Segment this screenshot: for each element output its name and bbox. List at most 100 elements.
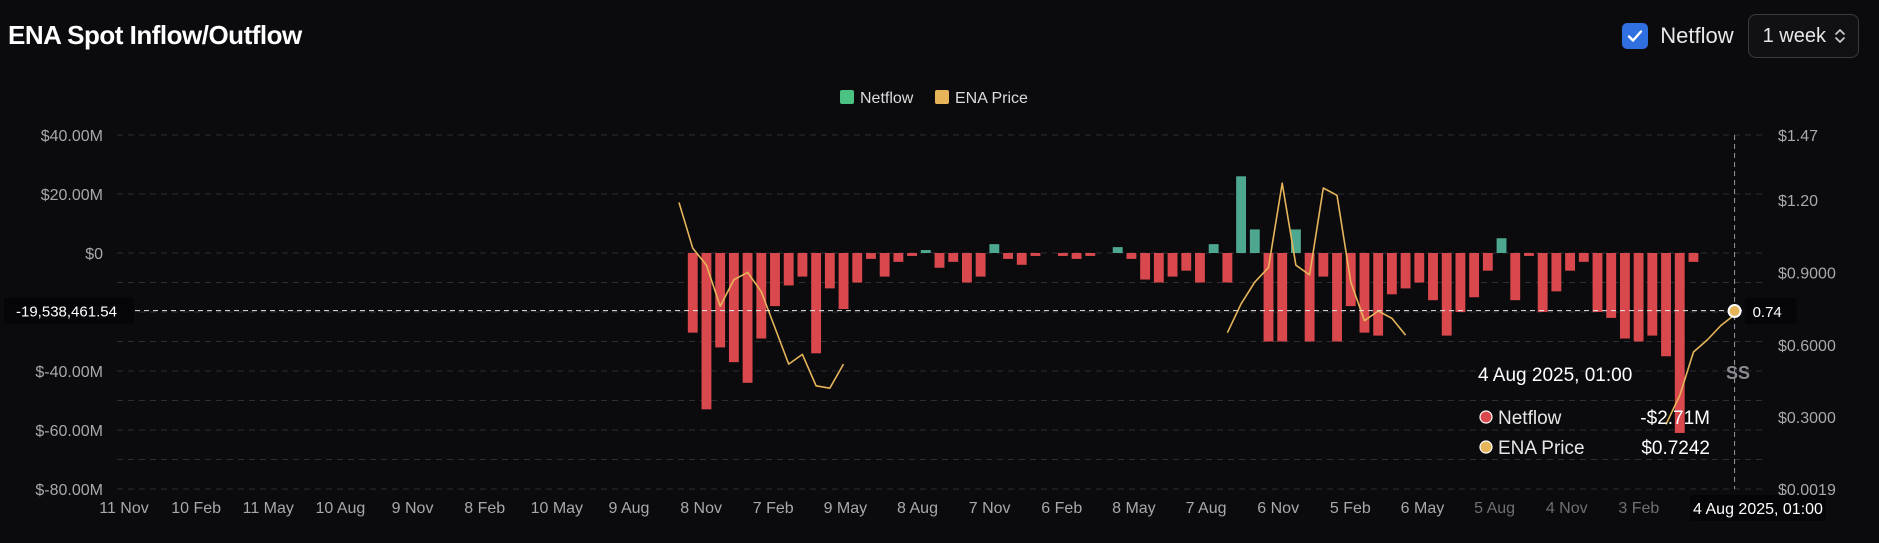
y-tick-right: $0.9000 bbox=[1778, 265, 1836, 282]
netflow-bar bbox=[1441, 253, 1452, 336]
netflow-bar bbox=[1524, 253, 1534, 256]
y-tick-left: $0 bbox=[85, 246, 103, 263]
crosshair-x-label: 4 Aug 2025, 01:00 bbox=[1693, 501, 1823, 518]
netflow-bar bbox=[893, 253, 904, 262]
x-tick: 6 Nov bbox=[1257, 500, 1299, 517]
netflow-bar bbox=[770, 253, 780, 307]
netflow-bar bbox=[1085, 253, 1096, 256]
tooltip-price-label: ENA Price bbox=[1498, 438, 1585, 459]
netflow-bar bbox=[1496, 238, 1507, 253]
x-tick: 7 Nov bbox=[969, 500, 1011, 517]
netflow-bar bbox=[920, 250, 931, 253]
x-tick: 8 Nov bbox=[680, 500, 722, 517]
x-tick: 8 Feb bbox=[464, 500, 505, 517]
legend: Netflow ENA Price bbox=[840, 90, 1028, 107]
netflow-bar bbox=[1482, 253, 1493, 271]
netflow-bar bbox=[1469, 253, 1480, 298]
netflow-bar bbox=[1222, 253, 1233, 283]
netflow-bar bbox=[797, 253, 808, 277]
x-tick: 6 May bbox=[1401, 500, 1445, 517]
x-axis-ticks: 11 Nov 10 Feb 11 May 10 Aug 9 Nov 8 Feb 10 May… bbox=[99, 500, 1724, 517]
x-tick: 5 Aug bbox=[1474, 500, 1515, 517]
netflow-bar bbox=[1332, 253, 1342, 342]
netflow-bar bbox=[879, 253, 890, 277]
y-tick-left: $-80.00M bbox=[35, 482, 103, 499]
x-tick: 6 Feb bbox=[1041, 500, 1082, 517]
netflow-bar bbox=[1112, 247, 1123, 253]
y-tick-right: $1.20 bbox=[1778, 193, 1818, 210]
netflow-bars bbox=[687, 176, 1699, 433]
netflow-bar bbox=[1674, 253, 1685, 433]
x-tick: 8 May bbox=[1112, 500, 1156, 517]
netflow-bar bbox=[1619, 253, 1630, 339]
netflow-bar bbox=[1126, 253, 1137, 259]
netflow-bar bbox=[1003, 253, 1013, 259]
netflow-bar bbox=[687, 253, 698, 333]
netflow-bar bbox=[1414, 253, 1425, 283]
netflow-bar bbox=[1140, 253, 1151, 280]
netflow-bar bbox=[1249, 229, 1260, 253]
y-tick-left: $20.00M bbox=[41, 187, 103, 204]
netflow-bar bbox=[1016, 253, 1027, 265]
netflow-bar bbox=[1551, 253, 1562, 292]
netflow-bar bbox=[1400, 253, 1411, 289]
netflow-bar bbox=[728, 253, 739, 363]
netflow-bar bbox=[1537, 253, 1548, 312]
y-tick-left: $40.00M bbox=[41, 128, 103, 145]
y-tick-right: $0.3000 bbox=[1778, 410, 1836, 427]
tooltip-netflow-dot bbox=[1479, 410, 1493, 424]
x-tick: 7 Feb bbox=[753, 500, 794, 517]
x-tick: 4 Nov bbox=[1546, 500, 1588, 517]
netflow-bar bbox=[1373, 253, 1384, 336]
legend-item-netflow[interactable]: Netflow bbox=[840, 90, 914, 107]
tooltip-date: 4 Aug 2025, 01:00 bbox=[1478, 365, 1632, 386]
netflow-bar bbox=[1318, 253, 1329, 277]
netflow-bar bbox=[1277, 253, 1288, 342]
netflow-bar bbox=[975, 253, 986, 277]
netflow-bar bbox=[1606, 253, 1617, 318]
watermark: SS bbox=[1726, 363, 1750, 383]
netflow-chart: $40.00M$20.00M$0$-20.00M$-40.00M$-60.00M… bbox=[4, 90, 1836, 521]
netflow-bar bbox=[1236, 176, 1247, 253]
netflow-bar bbox=[1455, 253, 1466, 312]
netflow-bar bbox=[756, 253, 767, 339]
netflow-bar bbox=[1592, 253, 1603, 312]
x-tick: 3 Feb bbox=[1618, 500, 1659, 517]
netflow-bar bbox=[783, 253, 794, 286]
netflow-bar bbox=[811, 253, 822, 354]
netflow-bar bbox=[1195, 253, 1205, 283]
x-tick: 7 Aug bbox=[1186, 500, 1227, 517]
crosshair-left-label: -19,538,461.54 bbox=[16, 304, 117, 321]
x-tick: 9 May bbox=[824, 500, 868, 517]
legend-label-price: ENA Price bbox=[955, 90, 1028, 107]
legend-label-netflow: Netflow bbox=[860, 90, 914, 107]
netflow-bar bbox=[1071, 253, 1082, 259]
netflow-bar bbox=[1030, 253, 1041, 256]
y-tick-right: $1.47 bbox=[1778, 128, 1818, 145]
netflow-bar bbox=[1510, 253, 1521, 301]
netflow-bar bbox=[1304, 253, 1315, 342]
netflow-bar bbox=[852, 253, 863, 283]
y-tick-left: $-60.00M bbox=[35, 423, 103, 440]
netflow-bar bbox=[1208, 244, 1219, 253]
netflow-bar bbox=[1661, 253, 1671, 357]
legend-item-price[interactable]: ENA Price bbox=[935, 90, 1028, 107]
netflow-bar bbox=[1057, 253, 1068, 256]
x-tick: 8 Aug bbox=[897, 500, 938, 517]
netflow-bar bbox=[1565, 253, 1576, 271]
netflow-bar bbox=[989, 244, 1000, 253]
price-lines bbox=[678, 182, 1736, 425]
tooltip-netflow-value: -$2.71M bbox=[1640, 408, 1710, 429]
netflow-bar bbox=[1633, 253, 1644, 342]
netflow-bar bbox=[934, 253, 945, 268]
x-tick: 10 May bbox=[531, 500, 583, 517]
netflow-bar bbox=[1153, 253, 1164, 283]
netflow-bar bbox=[948, 253, 959, 262]
x-tick: 9 Aug bbox=[608, 500, 649, 517]
legend-swatch-price bbox=[935, 90, 949, 104]
tooltip-price-dot bbox=[1479, 440, 1493, 454]
netflow-bar bbox=[1386, 253, 1397, 295]
legend-swatch-netflow bbox=[840, 90, 854, 104]
crosshair-price-point bbox=[1727, 304, 1742, 319]
netflow-bar bbox=[1578, 253, 1589, 262]
